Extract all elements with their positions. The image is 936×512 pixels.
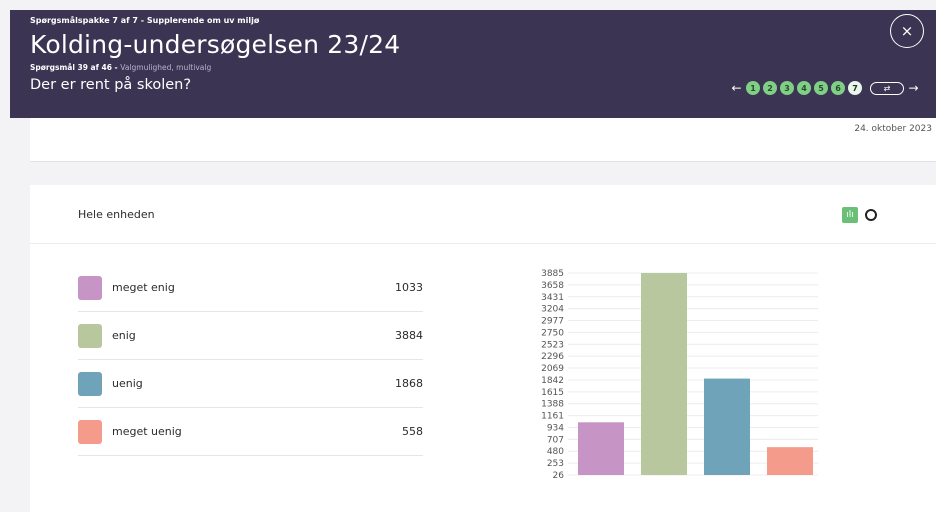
y-tick-label: 3204 [541,305,564,315]
legend-swatch [78,419,102,444]
y-tick-label: 3658 [541,281,564,291]
question-type: Valgmulighed, multivalg [120,63,212,72]
bar-enig[interactable] [641,273,687,475]
date-card: 24. oktober 2023 [30,118,936,162]
legend-swatch [78,371,102,396]
question-meta: Spørgsmål 39 af 46 - Valgmulighed, multi… [30,63,211,72]
legend-value: 1868 [395,377,423,390]
question-text: Der er rent på skolen? [30,77,192,93]
package-label: Spørgsmålspakke 7 af 7 - Supplerende om … [30,16,260,25]
y-tick-label: 2296 [541,352,564,362]
y-tick-label: 480 [547,447,564,457]
close-icon: × [900,22,914,40]
legend-label: meget uenig [112,425,182,438]
question-counter: Spørgsmål 39 af 46 - [30,63,118,72]
y-tick-label: 3431 [541,293,564,303]
y-tick-label: 934 [547,423,564,433]
page-pill-6[interactable]: 6 [831,81,845,95]
legend-row: uenig 1868 [78,360,423,408]
page-pill-4[interactable]: 4 [797,81,811,95]
y-tick-label: 2523 [541,340,564,350]
legend-label: uenig [112,377,143,390]
page-navigation: ← 1 2 3 4 5 6 7 ⇄ → [730,80,920,96]
page-pill-current[interactable]: 7 [848,81,862,95]
section-divider [30,243,936,244]
survey-title: Kolding-undersøgelsen 23/24 [30,30,401,59]
legend-value: 1033 [395,281,423,294]
legend-label: enig [112,329,136,342]
bar-meget-enig[interactable] [578,422,624,475]
donut-chart-view-icon[interactable] [865,209,877,221]
swap-toggle-button[interactable]: ⇄ [870,81,904,95]
y-tick-label: 2069 [541,364,564,374]
legend-list: meget enig 1033 enig 3884 uenig 1868 meg… [78,264,423,456]
bar-chart: 3885 3658 3431 3204 29772750 2523 2296 2069 1842… [541,269,818,481]
y-tick-label: 2750 [541,328,564,338]
prev-arrow-icon[interactable]: ← [730,81,743,95]
page-pill-2[interactable]: 2 [763,81,777,95]
swap-icon: ⇄ [883,83,891,93]
y-tick-label: 1388 [541,400,564,410]
results-card: Hele enheden ılı meget enig 1033 enig 38… [30,185,936,512]
y-tick-label: 1842 [541,376,564,386]
page-pill-1[interactable]: 1 [746,81,760,95]
y-tick-label: 1615 [541,388,564,398]
y-tick-label: 253 [547,459,564,469]
bar-chart-view-icon[interactable]: ılı [842,207,858,223]
y-tick-label: 26 [553,471,565,481]
legend-swatch [78,323,102,348]
legend-row: meget enig 1033 [78,264,423,312]
page-pill-3[interactable]: 3 [780,81,794,95]
report-date: 24. oktober 2023 [854,124,932,134]
unit-label: Hele enheden [78,208,155,221]
legend-value: 3884 [395,329,423,342]
y-tick-label: 3885 [541,269,564,279]
y-tick-label: 707 [547,435,564,445]
y-tick-label: 2977 [541,317,564,327]
bar-meget-uenig[interactable] [767,447,813,475]
y-tick-label: 1161 [541,412,564,422]
legend-row: enig 3884 [78,312,423,360]
legend-row: meget uenig 558 [78,408,423,456]
next-arrow-icon[interactable]: → [907,81,920,95]
legend-label: meget enig [112,281,175,294]
page-pill-5[interactable]: 5 [814,81,828,95]
bar-uenig[interactable] [704,378,750,475]
question-header: Spørgsmålspakke 7 af 7 - Supplerende om … [10,10,936,118]
close-button[interactable]: × [890,14,924,48]
legend-swatch [78,275,102,300]
legend-value: 558 [402,425,423,438]
